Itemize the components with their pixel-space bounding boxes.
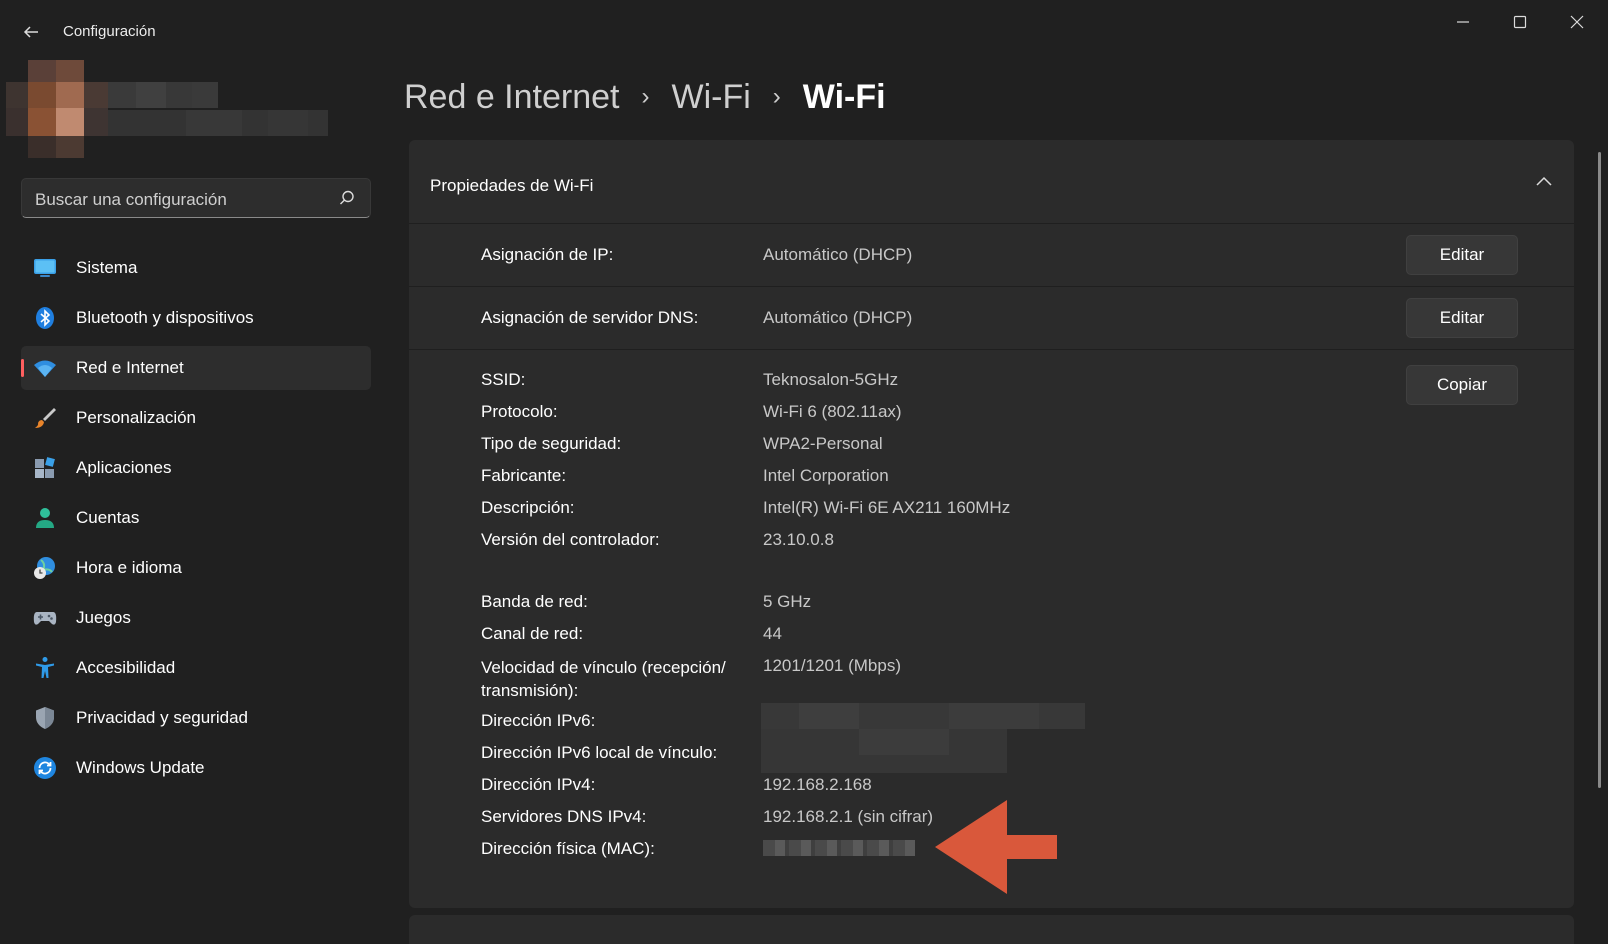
apps-icon (35, 457, 55, 478)
sidebar-item-red-e-internet[interactable]: Red e Internet (21, 346, 371, 390)
detail-value: Wi-Fi 6 (802.11ax) (763, 402, 902, 421)
bluetooth-icon (36, 307, 54, 329)
network-label: Dirección física (MAC): (481, 839, 655, 858)
network-value: 192.168.2.1 (sin cifrar) (763, 807, 934, 826)
detail-value: Intel Corporation (763, 466, 889, 485)
sidebar-item-label: Accesibilidad (76, 658, 176, 677)
network-label: Dirección IPv6: (481, 711, 596, 730)
detail-label: SSID: (481, 370, 526, 389)
back-button[interactable] (18, 20, 44, 44)
search-placeholder: Buscar una configuración (35, 190, 227, 209)
network-label: Velocidad de vínculo (recepción/ transmi… (481, 658, 726, 700)
detail-value: WPA2-Personal (763, 434, 883, 453)
detail-value: 23.10.0.8 (763, 530, 834, 549)
maximize-icon (1513, 15, 1527, 29)
sidebar-item-privacidad-y-seguridad[interactable]: Privacidad y seguridad (21, 696, 371, 740)
sidebar-item-label: Windows Update (76, 758, 205, 777)
sidebar-item-personalizacion[interactable]: Personalización (21, 396, 371, 440)
redacted-block (859, 729, 949, 755)
sidebar-item-label: Cuentas (76, 508, 140, 527)
breadcrumb-item-red-e-internet[interactable]: Red e Internet (404, 78, 619, 117)
sidebar-item-label: Personalización (76, 408, 197, 427)
redacted-block (799, 703, 859, 729)
page-title: Wi-Fi (802, 77, 886, 116)
detail-label: Protocolo: (481, 402, 558, 421)
maximize-button[interactable] (1497, 8, 1543, 36)
breadcrumb-separator: › (641, 83, 650, 110)
dns-assignment-value: Automático (DHCP) (763, 308, 913, 327)
detail-value: Teknosalon-5GHz (763, 370, 899, 389)
breadcrumb-item-wifi[interactable]: Wi-Fi (671, 78, 750, 117)
gamepad-icon (33, 612, 57, 625)
sidebar-item-label: Hora e idioma (76, 558, 182, 577)
monitor-icon (34, 259, 56, 277)
sidebar-item-juegos[interactable]: Juegos (21, 596, 371, 640)
wifi-properties-header[interactable]: Propiedades de Wi-Fi (409, 140, 1574, 224)
ip-assignment-row: Asignación de IP: Automático (DHCP) Edit… (409, 224, 1574, 287)
minimize-icon (1457, 21, 1469, 23)
globe-clock-icon (34, 557, 55, 579)
card-title: Propiedades de Wi-Fi (430, 176, 594, 195)
sidebar-item-bluetooth[interactable]: Bluetooth y dispositivos (21, 296, 371, 340)
next-settings-card (409, 915, 1574, 944)
detail-label: Versión del controlador: (481, 530, 660, 549)
sidebar-item-label: Red e Internet (76, 358, 184, 377)
network-label: Dirección IPv6 local de vínculo: (481, 743, 718, 762)
edit-dns-button[interactable]: Editar (1406, 298, 1518, 338)
sidebar-item-accesibilidad[interactable]: Accesibilidad (21, 646, 371, 690)
network-value: 1201/1201 (Mbps) (763, 656, 901, 675)
close-button[interactable] (1554, 8, 1600, 36)
wifi-properties-card: Propiedades de Wi-Fi Asignación de IP: A… (409, 140, 1574, 908)
copy-button[interactable]: Copiar (1406, 365, 1518, 405)
shield-icon (36, 707, 54, 729)
ip-assignment-label: Asignación de IP: (481, 245, 614, 264)
avatar[interactable] (6, 60, 336, 164)
chevron-up-icon[interactable] (1534, 172, 1554, 192)
accessibility-icon (36, 657, 54, 678)
person-icon (36, 508, 54, 528)
app-title: Configuración (63, 23, 156, 40)
sidebar-item-sistema[interactable]: Sistema (21, 246, 371, 290)
sidebar-item-cuentas[interactable]: Cuentas (21, 496, 371, 540)
sidebar-item-label: Privacidad y seguridad (76, 708, 248, 727)
sidebar-item-label: Bluetooth y dispositivos (76, 308, 254, 327)
network-value: 5 GHz (763, 592, 812, 611)
title-bar: Configuración (0, 0, 1608, 62)
sidebar-item-aplicaciones[interactable]: Aplicaciones (21, 446, 371, 490)
annotation-arrow-left-icon (935, 800, 1057, 894)
detail-label: Descripción: (481, 498, 575, 517)
network-label: Servidores DNS IPv4: (481, 807, 647, 826)
ip-assignment-value: Automático (DHCP) (763, 245, 913, 264)
network-value: 44 (763, 624, 782, 643)
edit-ip-button[interactable]: Editar (1406, 235, 1518, 275)
sidebar-item-windows-update[interactable]: Windows Update (21, 746, 371, 790)
wifi-icon (34, 360, 56, 377)
breadcrumb: Red e Internet › Wi-Fi › Wi-Fi (404, 72, 886, 122)
sidebar-item-hora-e-idioma[interactable]: Hora e idioma (21, 546, 371, 590)
network-label: Dirección IPv4: (481, 775, 596, 794)
network-label: Banda de red: (481, 592, 588, 611)
search-input[interactable]: Buscar una configuración (21, 178, 371, 218)
redacted-block (949, 703, 1039, 729)
sidebar-item-label: Juegos (76, 608, 131, 627)
update-icon (34, 757, 56, 779)
sidebar-item-label: Aplicaciones (76, 458, 172, 477)
detail-label: Tipo de seguridad: (481, 434, 622, 453)
brush-icon (35, 408, 56, 428)
detail-label: Fabricante: (481, 466, 567, 485)
sidebar-nav: Sistema Bluetooth y dispositivos Red e I… (21, 246, 371, 796)
network-value: 192.168.2.168 (763, 775, 872, 794)
redacted-mac-address (763, 840, 915, 856)
close-icon (1570, 15, 1584, 29)
dns-assignment-label: Asignación de servidor DNS: (481, 308, 699, 327)
sidebar-item-label: Sistema (76, 258, 138, 277)
breadcrumb-separator: › (772, 83, 781, 110)
minimize-button[interactable] (1440, 8, 1486, 36)
search-icon (340, 190, 354, 205)
scrollbar[interactable] (1598, 152, 1601, 788)
arrow-left-icon (23, 26, 38, 38)
network-label: Canal de red: (481, 624, 584, 643)
detail-value: Intel(R) Wi-Fi 6E AX211 160MHz (763, 498, 1011, 517)
dns-assignment-row: Asignación de servidor DNS: Automático (… (409, 287, 1574, 350)
